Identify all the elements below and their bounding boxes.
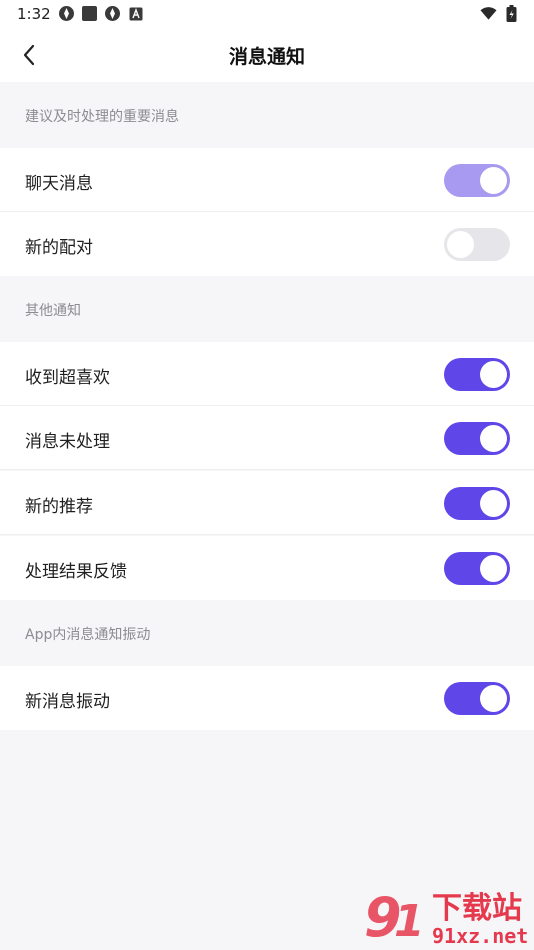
super-like-toggle[interactable] [444,358,510,391]
setting-row-new-match: 新的配对 [0,212,534,276]
toggle-knob [480,685,507,712]
section-label-other: 其他通知 [25,303,81,319]
toggle-knob [480,425,507,452]
new-recommendations-toggle[interactable] [444,487,510,520]
watermark-domain: 91xz.net [432,924,528,946]
battery-icon [503,5,520,22]
toggle-knob [447,231,474,258]
app-notification-icon-2 [104,5,121,22]
row-divider [0,534,534,535]
toggle-knob [480,167,507,194]
watermark-brand: 下载站 [432,891,522,926]
header-bar: 消息通知 [0,28,534,82]
section-label-in-app-vibration: App内消息通知振动 [25,627,151,643]
setting-row-result-feedback: 处理结果反馈 [0,536,534,600]
status-icons-right [480,5,520,22]
app-notification-icon [58,5,75,22]
setting-label: 处理结果反馈 [25,562,127,582]
toggle-knob [480,555,507,582]
setting-row-chat-messages: 聊天消息 [0,148,534,212]
status-icons-left [58,5,144,22]
new-message-vibration-toggle[interactable] [444,682,510,715]
status-bar: 1:32 [0,0,534,28]
result-feedback-toggle[interactable] [444,552,510,585]
setting-row-unhandled-messages: 消息未处理 [0,406,534,470]
watermark-logo: 9 1 下载站 91xz.net [360,884,530,949]
setting-row-new-message-vibration: 新消息振动 [0,666,534,730]
wifi-icon [480,5,497,22]
status-time: 1:32 [17,5,51,23]
setting-row-super-like: 收到超喜欢 [0,342,534,406]
unhandled-messages-toggle[interactable] [444,422,510,455]
section-label-important: 建议及时处理的重要消息 [25,109,179,125]
setting-label: 收到超喜欢 [25,368,110,388]
setting-label: 聊天消息 [25,174,93,194]
row-divider [0,469,534,470]
setting-row-new-recommendations: 新的推荐 [0,471,534,535]
setting-label: 新消息振动 [25,692,110,712]
new-match-toggle[interactable] [444,228,510,261]
svg-text:1: 1 [394,896,425,946]
page-title: 消息通知 [228,46,305,68]
setting-label: 消息未处理 [25,432,110,452]
setting-label: 新的推荐 [25,497,93,517]
font-notification-icon [127,5,144,22]
chat-messages-toggle[interactable] [444,164,510,197]
square-notification-icon [81,5,98,22]
toggle-knob [480,361,507,388]
toggle-knob [480,490,507,517]
setting-label: 新的配对 [25,238,93,258]
